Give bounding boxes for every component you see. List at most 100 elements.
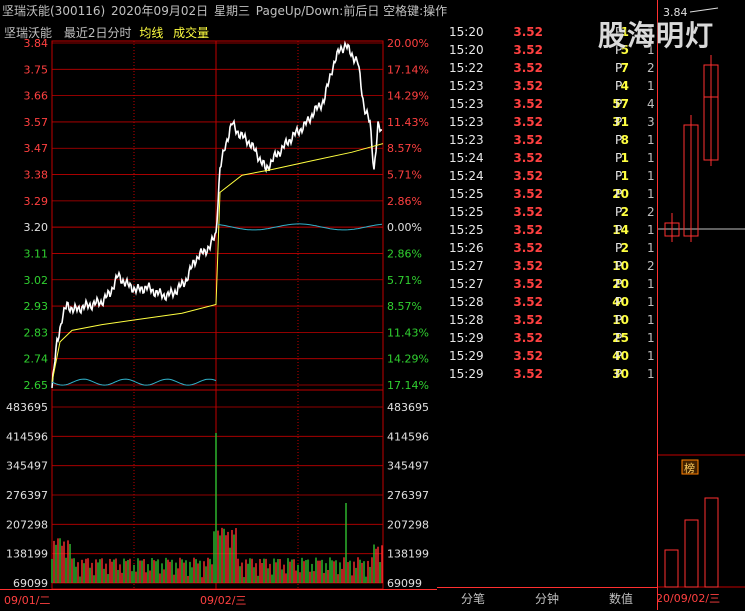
percent-tick-label: 5.71%: [387, 169, 422, 182]
tick-price: 3.52: [513, 223, 543, 237]
tick-time: 15:29: [449, 367, 484, 381]
percent-tick-label: 11.43%: [387, 326, 429, 339]
tick-flag: P: [615, 115, 623, 129]
tick-row[interactable]: 15:29 3.52 40 P 1: [437, 349, 657, 367]
tick-price: 3.52: [513, 205, 543, 219]
tab-values[interactable]: 数值: [609, 590, 633, 607]
tick-time: 15:29: [449, 349, 484, 363]
volume-tick-label-right: 414596: [387, 430, 429, 443]
price-tick-label: 3.75: [24, 63, 49, 76]
side-volume-bar: [704, 497, 719, 588]
tick-row[interactable]: 15:22 3.52 7 P 2: [437, 61, 657, 79]
tick-time: 15:26: [449, 241, 484, 255]
tick-volume: 57: [612, 97, 629, 111]
side-date-label: 2020/09/02/三: [658, 592, 720, 605]
tick-time: 15:25: [449, 205, 484, 219]
tick-row[interactable]: 15:23 3.52 31 P 3: [437, 115, 657, 133]
tick-time: 15:20: [449, 43, 484, 57]
tick-price: 3.52: [513, 295, 543, 309]
tick-volume: 7: [620, 61, 629, 75]
price-tick-label: 2.93: [24, 300, 49, 313]
tick-row[interactable]: 15:25 3.52 2 P 2: [437, 205, 657, 223]
tick-time: 15:25: [449, 223, 484, 237]
tick-row[interactable]: 15:23 3.52 4 P 1: [437, 79, 657, 97]
tick-time: 15:23: [449, 115, 484, 129]
tab-ticks[interactable]: 分笔: [461, 590, 485, 607]
tick-count: 3: [647, 115, 655, 129]
tick-count: 4: [647, 97, 655, 111]
side-kline-chart: 3.84榜2020/09/02/三: [658, 6, 745, 605]
tick-row[interactable]: 15:23 3.52 8 P 1: [437, 133, 657, 151]
tick-count: 2: [647, 259, 655, 273]
tick-row[interactable]: 15:29 3.52 30 P 1: [437, 367, 657, 385]
tick-price: 3.52: [513, 187, 543, 201]
tick-volume: 1: [620, 151, 629, 165]
volume-tick-label: 207298: [6, 518, 48, 531]
intraday-chart[interactable]: 3.84 20.00%3.75 17.14%3.66 14.29%3.57 11.43%…: [0, 22, 437, 589]
title-hint: PageUp/Down:前后日 空格键:操作: [255, 4, 448, 18]
tick-flag: P: [615, 79, 623, 93]
tab-minutes[interactable]: 分钟: [535, 590, 559, 607]
tick-price: 3.52: [513, 79, 543, 93]
percent-tick-label: 5.71%: [387, 274, 422, 287]
tick-row[interactable]: 15:25 3.52 14 P 1: [437, 223, 657, 241]
tick-count: 1: [647, 349, 655, 363]
tick-time: 15:24: [449, 169, 484, 183]
tick-list[interactable]: 15:20 3.52 1 P 1 15:20 3.52 5 P 1 15:22 3.52 7 P 2 15:2…: [437, 22, 657, 587]
tick-count: 1: [647, 295, 655, 309]
side-arrow-line: [689, 7, 719, 13]
tick-flag: P: [615, 61, 623, 75]
side-volume-bar: [684, 519, 699, 588]
tick-row[interactable]: 15:23 3.52 57 P 4: [437, 97, 657, 115]
tick-count: 1: [647, 331, 655, 345]
tick-time: 15:27: [449, 259, 484, 273]
price-tick-label: 2.83: [24, 326, 49, 339]
tick-flag: P: [615, 151, 623, 165]
tick-time: 15:28: [449, 295, 484, 309]
tick-row[interactable]: 15:24 3.52 1 P 1: [437, 151, 657, 169]
legend-stock-name: 坚瑞沃能: [4, 26, 53, 40]
side-panel: 3.84榜2020/09/02/三: [657, 0, 745, 610]
tick-volume: 10: [612, 313, 629, 327]
tick-row[interactable]: 15:27 3.52 20 P 1: [437, 277, 657, 295]
tick-row[interactable]: 15:27 3.52 10 P 2: [437, 259, 657, 277]
tick-row[interactable]: 15:25 3.52 20 P 1: [437, 187, 657, 205]
tick-volume: 2: [620, 241, 629, 255]
legend-mode[interactable]: 最近2日分时: [64, 26, 132, 40]
price-tick-label: 3.66: [24, 90, 49, 103]
tick-row[interactable]: 15:26 3.52 2 P 1: [437, 241, 657, 259]
tick-row[interactable]: 15:29 3.52 25 P 1: [437, 331, 657, 349]
tick-price: 3.52: [513, 61, 543, 75]
tick-time: 15:20: [449, 25, 484, 39]
volume-tick-label-right: 483695: [387, 401, 429, 414]
title-date: 2020年09月02日: [111, 4, 209, 18]
percent-tick-label: 14.29%: [387, 90, 429, 103]
tick-row[interactable]: 15:24 3.52 1 P 1: [437, 169, 657, 187]
percent-tick-label: 2.86%: [387, 195, 422, 208]
tick-volume: 20: [612, 277, 629, 291]
tick-price: 3.52: [513, 133, 543, 147]
tick-price: 3.52: [513, 151, 543, 165]
volume-tick-label: 69099: [13, 577, 48, 589]
tick-row[interactable]: 15:28 3.52 10 P 1: [437, 313, 657, 331]
tick-flag: P: [615, 241, 623, 255]
tick-count: 2: [647, 61, 655, 75]
volume-tick-label: 345497: [6, 460, 48, 473]
tick-price: 3.52: [513, 169, 543, 183]
price-tick-label: 3.47: [24, 142, 49, 155]
tick-time: 15:22: [449, 61, 484, 75]
price-tick-label: 3.20: [24, 221, 49, 234]
tick-flag: P: [615, 349, 623, 363]
percent-tick-label: 8.57%: [387, 300, 422, 313]
tick-volume: 31: [612, 115, 629, 129]
volume-tick-label: 483695: [6, 401, 48, 414]
legend-avg-line: 均线: [139, 26, 164, 40]
tick-volume: 8: [620, 133, 629, 147]
volume-tick-label: 276397: [6, 489, 48, 502]
price-tick-label: 3.29: [24, 195, 49, 208]
percent-tick-label: 17.14%: [387, 63, 429, 76]
tick-flag: P: [615, 223, 623, 237]
tick-flag: P: [615, 169, 623, 183]
side-badge: 榜: [684, 461, 695, 475]
tick-row[interactable]: 15:28 3.52 40 P 1: [437, 295, 657, 313]
